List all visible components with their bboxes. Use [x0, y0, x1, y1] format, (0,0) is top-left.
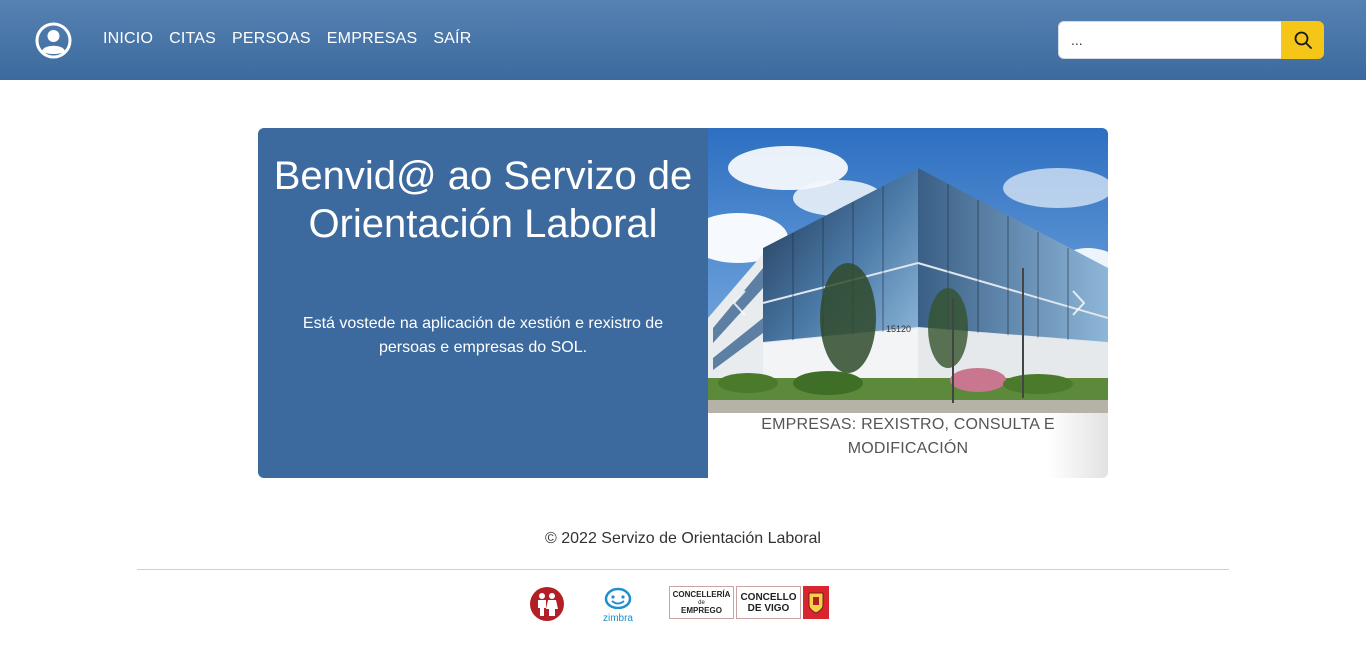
carousel: 15120 EMPRESAS: REXISTRO, CONSULTA E MOD…: [708, 128, 1108, 478]
page-title: Benvid@ ao Servizo de Orientación Labora…: [273, 154, 693, 246]
concello-vigo-logo: CONCELLO DE VIGO: [736, 586, 801, 619]
nav-citas[interactable]: CITAS: [169, 29, 216, 49]
vigo-shield-icon: [803, 586, 829, 619]
search-bar: [1058, 21, 1324, 59]
nav-empresas[interactable]: EMPRESAS: [327, 29, 418, 49]
search-button[interactable]: [1281, 21, 1324, 59]
welcome-panel: Benvid@ ao Servizo de Orientación Labora…: [258, 128, 708, 478]
welcome-text: Está vostede na aplicación de xestión e …: [302, 315, 664, 356]
concelleria-line3: EMPREGO: [681, 605, 722, 615]
carousel-next-button[interactable]: [1068, 288, 1088, 318]
zimbra-text: zimbra: [602, 613, 633, 624]
nav-persoas[interactable]: PERSOAS: [232, 29, 311, 49]
office-building-photo: 15120: [708, 128, 1108, 413]
concelleria-emprego-logo: CONCELLERÍA de EMPREGO: [669, 586, 734, 619]
carousel-prev-button[interactable]: [730, 288, 750, 318]
nav-inicio[interactable]: INICIO: [103, 29, 153, 49]
building-number: 15120: [886, 324, 911, 334]
top-navbar: INICIO CITAS PERSOAS EMPRESAS SAÍR: [0, 0, 1366, 80]
nav-sair[interactable]: SAÍR: [433, 29, 471, 49]
footer-divider: [137, 569, 1229, 570]
concelleria-line1: CONCELLERÍA: [672, 589, 731, 599]
people-logo-icon: [530, 587, 564, 621]
copyright-text: © 2022 Servizo de Orientación Laboral: [545, 530, 821, 547]
concello-line1: CONCELLO: [740, 591, 797, 603]
slide-caption[interactable]: EMPRESAS: REXISTRO, CONSULTA E MODIFICAC…: [738, 413, 1078, 461]
main-nav: INICIO CITAS PERSOAS EMPRESAS SAÍR: [103, 29, 487, 49]
zimbra-logo-icon: [604, 587, 632, 610]
search-icon: [1294, 31, 1312, 49]
partner-logos: zimbra CONCELLERÍA de EMPREGO CONCELLO D…: [0, 585, 1366, 624]
concello-line2: DE VIGO: [747, 602, 790, 614]
zimbra-logo: zimbra: [596, 587, 640, 624]
user-circle-icon[interactable]: [35, 22, 72, 59]
welcome-hero: Benvid@ ao Servizo de Orientación Labora…: [258, 128, 1108, 478]
search-input[interactable]: [1058, 21, 1282, 59]
